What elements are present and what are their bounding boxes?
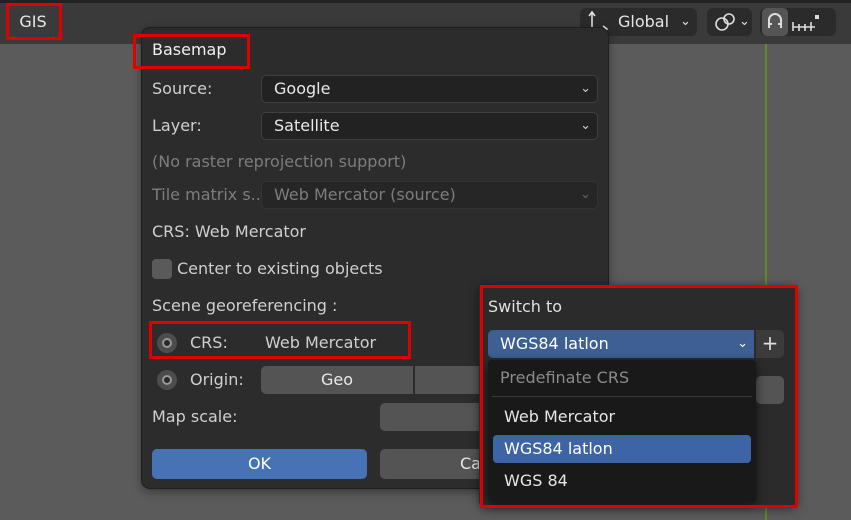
chevron-down-icon: ⌄ bbox=[580, 187, 591, 202]
origin-geo-button[interactable]: Geo bbox=[261, 366, 413, 394]
scene-georef-label: Scene georeferencing : bbox=[152, 296, 338, 315]
popup-highlight bbox=[480, 285, 798, 508]
chevron-down-icon: ⌄ bbox=[680, 14, 691, 29]
tile-matrix-dropdown: Web Mercator (source) ⌄ bbox=[261, 181, 598, 209]
snapping-controls[interactable] bbox=[760, 8, 836, 36]
map-scale-field[interactable] bbox=[380, 403, 485, 431]
layer-label: Layer: bbox=[152, 116, 202, 135]
header-top-border bbox=[0, 0, 851, 3]
layer-dropdown[interactable]: Satellite ⌄ bbox=[261, 112, 598, 140]
crs-highlight bbox=[149, 321, 411, 359]
chevron-down-icon: ⌄ bbox=[580, 81, 591, 96]
map-scale-label: Map scale: bbox=[152, 407, 238, 426]
tile-matrix-value: Web Mercator (source) bbox=[274, 185, 456, 204]
title-highlight bbox=[133, 34, 250, 69]
orientation-label: Global bbox=[618, 12, 670, 31]
layer-value: Satellite bbox=[274, 116, 340, 135]
origin-radio-icon[interactable] bbox=[157, 370, 177, 390]
pivot-point-dropdown[interactable]: ⌄ bbox=[707, 8, 752, 36]
center-checkbox[interactable] bbox=[152, 259, 172, 279]
source-label: Source: bbox=[152, 79, 213, 98]
reprojection-note: (No raster reprojection support) bbox=[152, 152, 407, 171]
snap-increment-icon[interactable] bbox=[791, 9, 821, 44]
chevron-down-icon: ⌄ bbox=[739, 14, 750, 29]
snap-magnet-icon[interactable] bbox=[762, 8, 788, 36]
cancel-button[interactable]: Car bbox=[380, 449, 485, 479]
origin-label: Origin: bbox=[190, 370, 244, 389]
tile-matrix-label: Tile matrix s... bbox=[152, 185, 266, 204]
source-dropdown[interactable]: Google ⌄ bbox=[261, 75, 598, 103]
origin-other-button[interactable] bbox=[415, 366, 485, 394]
chevron-down-icon: ⌄ bbox=[580, 118, 591, 133]
source-value: Google bbox=[274, 79, 331, 98]
ok-button[interactable]: OK bbox=[152, 449, 367, 479]
pivot-link-icon bbox=[712, 9, 738, 44]
gis-menu-highlight bbox=[6, 3, 62, 40]
crs-info: CRS: Web Mercator bbox=[152, 222, 307, 241]
center-checkbox-label[interactable]: Center to existing objects bbox=[177, 259, 383, 278]
